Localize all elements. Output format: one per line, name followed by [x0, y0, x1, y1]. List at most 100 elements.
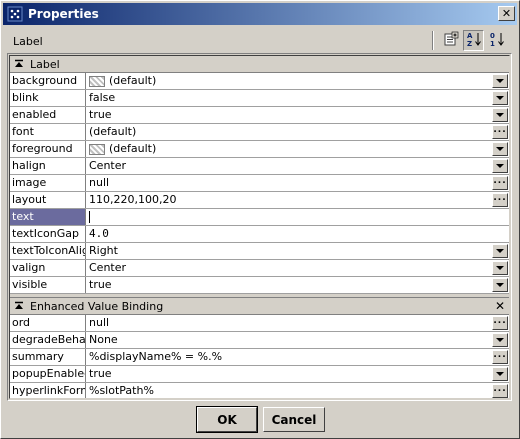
property-row-degradebehavior[interactable]: degradeBehaviorNone — [10, 332, 509, 349]
property-value: null — [89, 316, 110, 329]
property-row-blink[interactable]: blink false — [10, 90, 509, 107]
chevron-down-icon — [496, 338, 504, 342]
title-bar[interactable]: Properties ✕ — [3, 3, 517, 25]
property-value: Center — [89, 159, 127, 172]
property-value: 110,220,100,20 — [89, 193, 177, 206]
property-name[interactable]: hyperlinkFormat — [10, 383, 86, 398]
dropdown-button[interactable] — [492, 244, 508, 258]
collapse-icon[interactable] — [13, 58, 25, 70]
sort-numeric-button[interactable]: 0 1 — [486, 30, 507, 51]
chevron-down-icon — [496, 266, 504, 270]
sort-numeric-icon: 0 1 — [489, 31, 505, 50]
sort-alpha-button[interactable]: A Z — [463, 30, 484, 51]
property-value-field[interactable] — [86, 209, 509, 225]
property-value-field[interactable]: (default)... — [86, 124, 509, 140]
property-row-valign[interactable]: valign Center — [10, 260, 509, 277]
ellipsis-button[interactable]: ... — [492, 193, 508, 207]
property-row-text[interactable]: text — [10, 209, 509, 226]
property-name[interactable]: blink — [10, 90, 86, 106]
ellipsis-button[interactable]: ... — [492, 316, 508, 330]
dropdown-button[interactable] — [492, 91, 508, 105]
dropdown-button[interactable] — [492, 142, 508, 156]
property-row-image[interactable]: image null... — [10, 175, 509, 192]
property-value-field[interactable]: None — [86, 332, 509, 348]
ellipsis-button[interactable]: ... — [492, 176, 508, 190]
property-sheet-body: Label background (default) blink false enabl… — [9, 55, 510, 399]
property-value-field[interactable]: 110,220,100,20... — [86, 192, 509, 208]
property-name[interactable]: degradeBehavior — [10, 332, 86, 348]
property-name[interactable]: image — [10, 175, 86, 191]
property-row-summary[interactable]: summary %displayName% = %.%... — [10, 349, 509, 366]
close-button[interactable]: ✕ — [498, 6, 515, 21]
add-property-button[interactable] — [440, 30, 461, 51]
property-value: (default) — [109, 74, 157, 87]
svg-text:1: 1 — [490, 40, 495, 47]
property-name[interactable]: enabled — [10, 107, 86, 123]
property-name[interactable]: visible — [10, 277, 86, 293]
section-header-label[interactable]: Label — [10, 56, 509, 73]
property-name[interactable]: background — [10, 73, 86, 89]
collapse-icon[interactable] — [13, 300, 25, 312]
property-value-field[interactable]: Center — [86, 158, 509, 174]
property-row-hyperlinkformat[interactable]: hyperlinkFormat%slotPath%... — [10, 383, 509, 398]
property-name[interactable]: layout — [10, 192, 86, 208]
ellipsis-button[interactable]: ... — [492, 125, 508, 139]
property-name[interactable]: textToIconAlign — [10, 243, 86, 259]
text-caret — [89, 211, 90, 223]
close-icon[interactable]: ✕ — [495, 299, 505, 313]
property-value-field[interactable]: true — [86, 107, 509, 123]
property-name[interactable]: textIconGap — [10, 226, 86, 242]
object-type-label: Label — [13, 35, 43, 48]
property-row-visible[interactable]: visible true — [10, 277, 509, 294]
dropdown-button[interactable] — [492, 261, 508, 275]
dropdown-button[interactable] — [492, 108, 508, 122]
property-name[interactable]: halign — [10, 158, 86, 174]
section-header-enhanced-value-binding[interactable]: Enhanced Value Binding ✕ — [10, 298, 509, 315]
property-sheet-header: Label A Z 0 1 — [3, 27, 517, 55]
property-value: false — [89, 91, 116, 104]
property-row-background[interactable]: background (default) — [10, 73, 509, 90]
ellipsis-button[interactable]: ... — [492, 350, 508, 364]
property-row-texticongap[interactable]: textIconGap 4.0 — [10, 226, 509, 243]
chevron-down-icon — [496, 249, 504, 253]
close-icon: ✕ — [501, 7, 512, 20]
property-row-texttoiconalign[interactable]: textToIconAlignRight — [10, 243, 509, 260]
property-value-field[interactable]: null... — [86, 175, 509, 191]
dropdown-button[interactable] — [492, 74, 508, 88]
property-name[interactable]: popupEnabled — [10, 366, 86, 382]
ok-button[interactable]: OK — [196, 406, 258, 433]
toolbar-separator — [432, 31, 434, 50]
property-name[interactable]: text — [10, 209, 86, 225]
property-value-field[interactable]: Center — [86, 260, 509, 276]
property-row-popupenabled[interactable]: popupEnabled true — [10, 366, 509, 383]
cancel-button[interactable]: Cancel — [263, 407, 325, 432]
property-name[interactable]: summary — [10, 349, 86, 365]
property-name[interactable]: font — [10, 124, 86, 140]
dropdown-button[interactable] — [492, 333, 508, 347]
property-name[interactable]: valign — [10, 260, 86, 276]
property-row-enabled[interactable]: enabled true — [10, 107, 509, 124]
property-name[interactable]: foreground — [10, 141, 86, 157]
property-value-field[interactable]: %displayName% = %.%... — [86, 349, 509, 365]
property-value-field[interactable]: (default) — [86, 73, 509, 89]
dropdown-button[interactable] — [492, 278, 508, 292]
property-row-font[interactable]: font (default)... — [10, 124, 509, 141]
property-value-field[interactable]: (default) — [86, 141, 509, 157]
ellipsis-button[interactable]: ... — [492, 384, 508, 398]
property-row-foreground[interactable]: foreground (default) — [10, 141, 509, 158]
property-value-field[interactable]: null... — [86, 315, 509, 331]
property-value-field[interactable]: Right — [86, 243, 509, 259]
dropdown-button[interactable] — [492, 367, 508, 381]
property-row-halign[interactable]: halign Center — [10, 158, 509, 175]
property-value-field[interactable]: true — [86, 277, 509, 293]
property-value-field[interactable]: false — [86, 90, 509, 106]
property-value-field[interactable]: 4.0 — [86, 226, 509, 242]
dropdown-button[interactable] — [492, 159, 508, 173]
property-value-field[interactable]: %slotPath%... — [86, 383, 509, 398]
property-row-layout[interactable]: layout 110,220,100,20... — [10, 192, 509, 209]
section-title: Label — [30, 57, 60, 71]
property-name[interactable]: ord — [10, 315, 86, 331]
chevron-down-icon — [496, 372, 504, 376]
property-value-field[interactable]: true — [86, 366, 509, 382]
property-row-ord[interactable]: ord null... — [10, 315, 509, 332]
